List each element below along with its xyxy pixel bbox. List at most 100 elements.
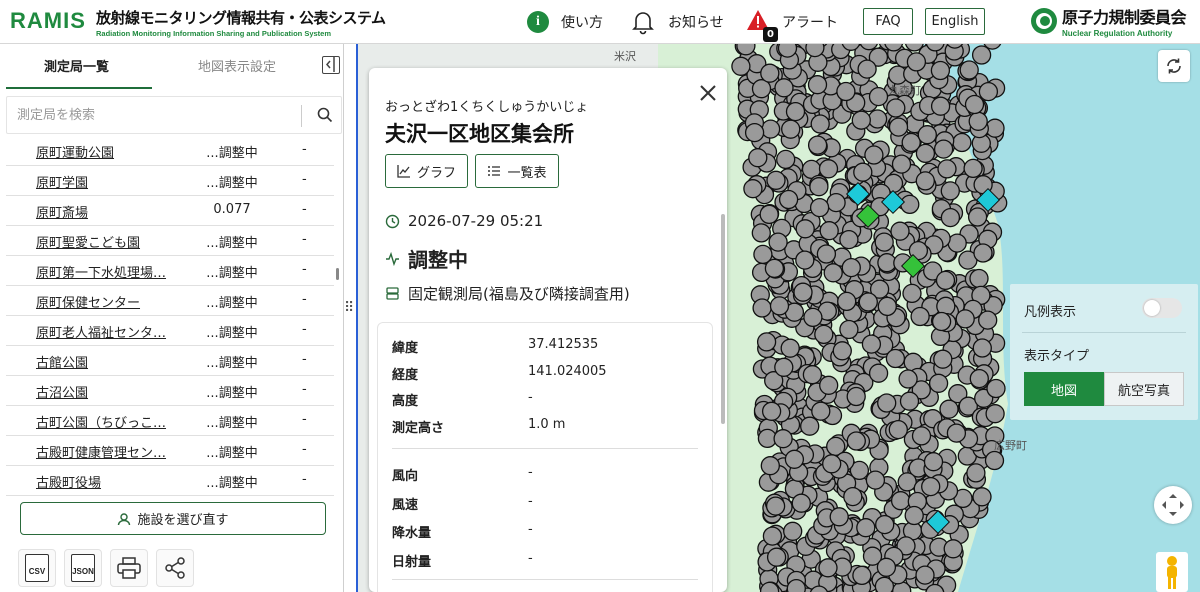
station-marker[interactable] — [897, 472, 917, 492]
station-row[interactable]: 原町運動公園 ...調整中 - — [6, 136, 334, 166]
station-marker[interactable] — [891, 154, 912, 174]
station-marker[interactable] — [756, 332, 777, 352]
station-marker[interactable] — [875, 514, 895, 535]
station-marker[interactable] — [984, 450, 1005, 471]
station-row[interactable]: 古沼公園 ...調整中 - — [6, 376, 334, 406]
station-marker[interactable] — [778, 189, 799, 210]
station-marker[interactable] — [930, 96, 951, 116]
station-marker[interactable] — [791, 493, 811, 513]
station-name-link[interactable]: 原町第一下水処理場… — [36, 262, 166, 281]
station-marker[interactable] — [805, 44, 825, 58]
station-row[interactable]: 原町第一下水処理場… ...調整中 - — [6, 256, 334, 286]
station-marker[interactable] — [773, 429, 793, 449]
tab-station-list[interactable]: 測定局一覧 — [44, 56, 109, 75]
reselect-facility-button[interactable]: 施設を選び直す — [20, 502, 326, 535]
station-marker[interactable] — [836, 81, 856, 102]
station-marker[interactable] — [800, 416, 820, 436]
station-name-link[interactable]: 原町老人福祉センタ… — [36, 322, 166, 341]
station-row[interactable]: 古殿町健康管理セン… ...調整中 - — [6, 436, 334, 466]
station-marker[interactable] — [780, 338, 800, 358]
station-marker[interactable] — [923, 452, 944, 472]
station-name-link[interactable]: 原町学園 — [36, 172, 88, 191]
station-marker[interactable] — [774, 357, 794, 377]
station-marker[interactable] — [760, 63, 780, 83]
station-marker[interactable] — [937, 159, 957, 179]
station-row[interactable]: 原町保健センター ...調整中 - — [6, 286, 334, 316]
station-marker[interactable] — [795, 219, 815, 239]
station-marker[interactable] — [793, 282, 813, 302]
station-marker[interactable] — [917, 125, 937, 145]
refresh-button[interactable] — [1158, 50, 1190, 82]
station-row[interactable]: 古館公園 ...調整中 - — [6, 346, 334, 376]
tab-map-settings[interactable]: 地図表示設定 — [198, 56, 276, 75]
station-marker[interactable] — [885, 348, 906, 369]
station-name-link[interactable]: 古殿町健康管理セン… — [36, 442, 166, 461]
station-marker[interactable] — [972, 487, 992, 507]
station-marker[interactable] — [966, 463, 986, 483]
station-row[interactable]: 原町学園 ...調整中 - — [6, 166, 334, 196]
station-marker[interactable] — [890, 491, 911, 511]
station-marker[interactable] — [760, 119, 781, 139]
station-marker[interactable] — [877, 296, 897, 317]
station-marker[interactable] — [971, 45, 992, 65]
station-marker[interactable] — [843, 486, 863, 507]
faq-button[interactable]: FAQ — [863, 8, 913, 35]
station-marker[interactable] — [969, 268, 989, 289]
station-marker[interactable] — [933, 349, 953, 369]
station-markers[interactable] — [731, 44, 1008, 592]
station-marker[interactable] — [766, 170, 786, 190]
station-marker[interactable] — [764, 258, 785, 279]
station-marker[interactable] — [915, 565, 935, 585]
station-marker[interactable] — [928, 373, 949, 393]
station-name-link[interactable]: 古館公園 — [36, 352, 88, 371]
close-icon[interactable] — [697, 82, 719, 104]
legend-toggle[interactable] — [1142, 298, 1182, 318]
station-marker[interactable] — [972, 338, 992, 358]
station-marker[interactable] — [852, 565, 872, 586]
station-marker[interactable] — [865, 470, 886, 490]
station-marker[interactable] — [786, 578, 806, 592]
station-marker[interactable] — [841, 257, 861, 278]
map-type-button[interactable]: 地図 — [1024, 372, 1104, 406]
station-marker[interactable] — [826, 192, 846, 213]
station-marker[interactable] — [809, 177, 829, 197]
station-marker[interactable] — [819, 221, 839, 241]
export-csv-button[interactable]: CSV — [18, 549, 56, 587]
station-marker[interactable] — [766, 547, 787, 567]
station-marker[interactable] — [939, 399, 959, 419]
station-marker[interactable] — [969, 368, 989, 389]
share-button[interactable] — [156, 549, 194, 587]
station-marker[interactable] — [933, 139, 954, 159]
station-marker[interactable] — [816, 244, 837, 264]
station-marker[interactable] — [851, 110, 871, 130]
station-marker[interactable] — [861, 334, 882, 354]
station-marker[interactable] — [900, 194, 920, 215]
station-marker[interactable] — [876, 557, 897, 577]
station-marker[interactable] — [853, 162, 873, 182]
station-marker[interactable] — [811, 401, 831, 421]
station-row[interactable]: 古町公園（ちびっこ… ...調整中 - — [6, 406, 334, 436]
table-button[interactable]: 一覧表 — [475, 154, 559, 188]
station-marker[interactable] — [829, 507, 849, 527]
station-marker[interactable] — [751, 223, 771, 243]
station-marker[interactable] — [888, 117, 909, 137]
station-marker[interactable] — [743, 179, 763, 199]
station-marker[interactable] — [857, 59, 877, 79]
aerial-type-button[interactable]: 航空写真 — [1104, 372, 1184, 406]
station-marker[interactable] — [906, 52, 927, 72]
station-row[interactable]: 古殿町役場 ...調整中 - — [6, 466, 334, 496]
station-marker[interactable] — [915, 171, 935, 191]
station-marker[interactable] — [940, 181, 960, 201]
search-icon[interactable] — [317, 107, 333, 123]
station-marker[interactable] — [761, 401, 782, 421]
station-marker[interactable] — [810, 114, 830, 134]
station-marker[interactable] — [760, 456, 780, 476]
station-marker[interactable] — [902, 283, 922, 304]
station-marker[interactable] — [762, 526, 783, 546]
station-marker[interactable] — [814, 324, 834, 345]
help-link[interactable]: i 使い方 — [527, 0, 603, 44]
station-marker[interactable] — [904, 505, 924, 526]
station-marker[interactable] — [785, 101, 806, 122]
station-marker[interactable] — [877, 393, 897, 413]
station-marker[interactable] — [744, 122, 765, 143]
